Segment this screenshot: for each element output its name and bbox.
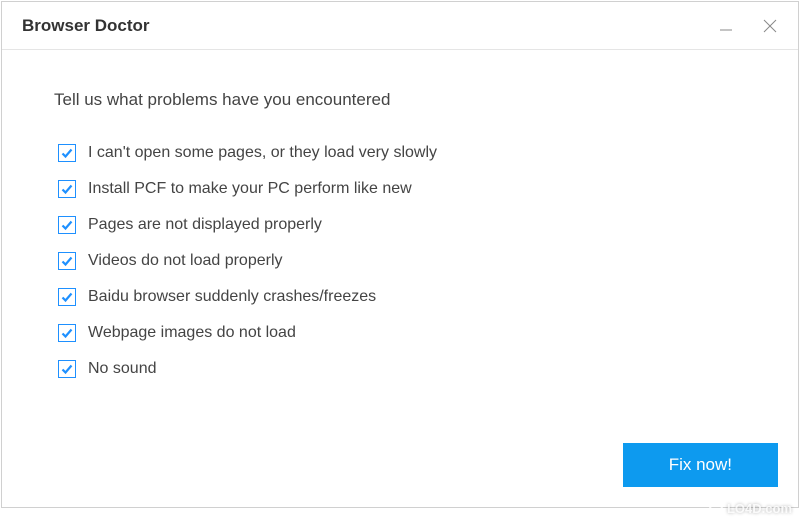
- checkbox-install-pcf[interactable]: [58, 180, 76, 198]
- option-label: Videos do not load properly: [88, 252, 283, 270]
- checkbox-videos-load[interactable]: [58, 252, 76, 270]
- check-icon: [60, 146, 74, 160]
- fix-now-button[interactable]: Fix now!: [623, 443, 778, 487]
- checkbox-open-pages[interactable]: [58, 144, 76, 162]
- checkbox-images-load[interactable]: [58, 324, 76, 342]
- list-item: No sound: [58, 360, 746, 378]
- check-icon: [60, 254, 74, 268]
- minimize-button[interactable]: [706, 6, 746, 46]
- option-label: No sound: [88, 360, 157, 378]
- list-item: Pages are not displayed properly: [58, 216, 746, 234]
- close-icon: [761, 17, 779, 35]
- option-label: Install PCF to make your PC perform like…: [88, 180, 412, 198]
- options-list: I can't open some pages, or they load ve…: [58, 144, 746, 378]
- checkbox-no-sound[interactable]: [58, 360, 76, 378]
- list-item: Webpage images do not load: [58, 324, 746, 342]
- titlebar: Browser Doctor: [2, 2, 798, 50]
- option-label: Pages are not displayed properly: [88, 216, 322, 234]
- check-icon: [60, 326, 74, 340]
- minimize-icon: [718, 18, 734, 34]
- list-item: I can't open some pages, or they load ve…: [58, 144, 746, 162]
- prompt-text: Tell us what problems have you encounter…: [54, 90, 746, 110]
- check-icon: [60, 362, 74, 376]
- list-item: Baidu browser suddenly crashes/freezes: [58, 288, 746, 306]
- check-icon: [60, 218, 74, 232]
- option-label: Webpage images do not load: [88, 324, 296, 342]
- check-icon: [60, 290, 74, 304]
- checkbox-pages-display[interactable]: [58, 216, 76, 234]
- close-button[interactable]: [750, 6, 790, 46]
- list-item: Videos do not load properly: [58, 252, 746, 270]
- option-label: Baidu browser suddenly crashes/freezes: [88, 288, 376, 306]
- window-controls: [706, 6, 790, 46]
- content-area: Tell us what problems have you encounter…: [2, 50, 798, 507]
- window-title: Browser Doctor: [22, 16, 706, 36]
- browser-doctor-window: Browser Doctor Tell us what problems hav…: [1, 1, 799, 508]
- check-icon: [60, 182, 74, 196]
- list-item: Install PCF to make your PC perform like…: [58, 180, 746, 198]
- checkbox-crashes[interactable]: [58, 288, 76, 306]
- option-label: I can't open some pages, or they load ve…: [88, 144, 437, 162]
